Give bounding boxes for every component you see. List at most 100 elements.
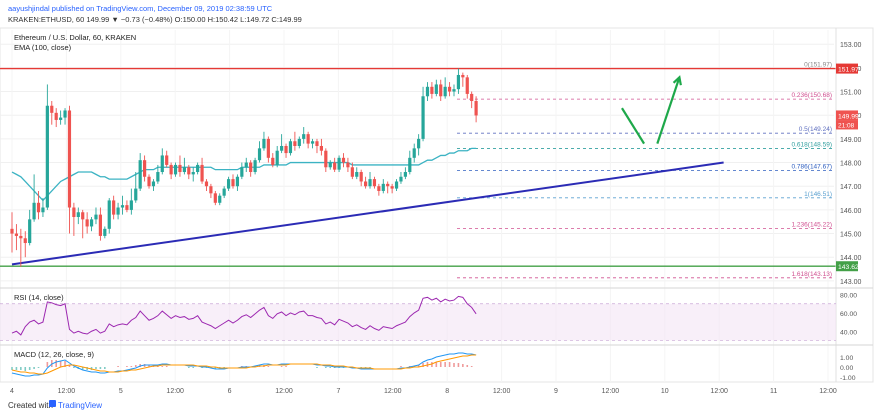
candle — [89, 216, 94, 232]
candle-body — [249, 162, 253, 173]
candle — [19, 228, 23, 267]
candle — [439, 79, 443, 102]
candle — [377, 183, 381, 196]
candle — [218, 193, 222, 206]
fib-level-label: 1(146.51) — [804, 191, 832, 198]
candle — [151, 179, 156, 191]
candle-body — [107, 200, 111, 229]
candle-body — [182, 167, 186, 173]
candle — [364, 176, 368, 189]
candle-body — [452, 89, 456, 92]
candle — [120, 195, 125, 215]
rsi-pane: 80.00 60.00 40.00 — [0, 293, 857, 341]
price-tick-label: 145.00 — [840, 232, 862, 239]
candle-body — [125, 205, 129, 210]
candle-body — [399, 176, 403, 182]
forecast-arrow-1[interactable] — [621, 107, 645, 145]
time-tick-label: 12:00 — [384, 388, 402, 395]
price-tick-label: 147.00 — [840, 184, 862, 191]
candle-body — [156, 172, 160, 182]
candle — [474, 96, 478, 123]
candle — [200, 157, 204, 184]
resistance-tag-label: 151.97 — [838, 67, 859, 74]
candle — [165, 150, 169, 168]
tradingview-footer[interactable]: Created with TradingView — [8, 400, 102, 410]
rsi-tick-label: 80.00 — [840, 293, 857, 300]
time-tick-label: 12:00 — [710, 388, 728, 395]
candle — [447, 82, 452, 97]
candle — [310, 138, 315, 149]
candle-body — [408, 157, 412, 173]
candle — [341, 153, 346, 168]
candle — [288, 138, 293, 156]
last-price-tag-label: 149.99 — [838, 113, 859, 120]
candle-body — [412, 148, 416, 158]
candle-body — [310, 141, 315, 144]
candle-body — [403, 172, 407, 177]
candle-body — [151, 181, 156, 187]
candle-body — [191, 172, 195, 175]
horizontal-levels[interactable] — [0, 67, 836, 267]
time-tick-label: 4 — [10, 388, 14, 395]
rsi-tick-label: 40.00 — [840, 329, 857, 336]
candle — [244, 157, 248, 173]
candle-body — [222, 188, 226, 196]
candle-body — [244, 162, 248, 168]
candle-body — [147, 176, 151, 187]
candle — [10, 212, 14, 253]
candle-body — [50, 105, 54, 113]
candle-body — [112, 200, 116, 215]
candle-body — [36, 202, 41, 213]
candle-body — [63, 110, 67, 118]
candle — [129, 188, 133, 215]
candle-body — [447, 86, 452, 92]
candle — [315, 138, 319, 154]
candle-body — [333, 162, 337, 170]
candle — [297, 136, 301, 149]
candle — [54, 108, 58, 128]
candle — [138, 153, 142, 191]
candle-body — [262, 138, 266, 149]
forecast-arrows[interactable] — [621, 75, 682, 145]
candle — [67, 105, 72, 234]
candle-body — [430, 86, 434, 94]
time-tick-label: 7 — [336, 388, 340, 395]
price-chart[interactable]: aayushjindal published on TradingView.co… — [0, 0, 874, 414]
candle — [178, 155, 182, 177]
candle-body — [324, 150, 328, 168]
candle — [412, 143, 416, 163]
candle-body — [341, 157, 346, 163]
macd-pane: 1.00 0.00 -1.00 — [11, 352, 856, 382]
time-tick-label: 11 — [770, 388, 777, 395]
time-axis[interactable]: 4 12:00 5 12:00 6 12:00 7 12:00 8 12:00 9 12:00 10 12… — [10, 388, 837, 395]
candle-body — [386, 183, 390, 187]
candle-body — [266, 138, 270, 158]
candle-body — [364, 181, 368, 187]
candle — [386, 181, 390, 194]
countdown-label: 21:08 — [838, 122, 855, 129]
forecast-arrow-2[interactable] — [656, 75, 682, 144]
candle — [257, 141, 262, 163]
candle — [346, 157, 350, 173]
candle-body — [200, 164, 204, 182]
ema-legend: EMA (100, close) — [14, 43, 72, 52]
fibonacci-levels[interactable]: 0(151.97) 0.236(150.68) 0.5(149.24) 0.618(1… — [457, 62, 834, 279]
candle — [372, 176, 377, 189]
candle — [306, 131, 310, 149]
time-tick-label: 5 — [119, 388, 123, 395]
candle-body — [470, 93, 474, 102]
time-tick-label: 12:00 — [58, 388, 76, 395]
candle-body — [213, 193, 217, 203]
candle — [461, 72, 465, 87]
time-tick-label: 10 — [661, 388, 669, 395]
candle — [213, 190, 217, 206]
candle-body — [297, 138, 301, 146]
candle — [417, 134, 421, 156]
fib-level-label: 0.5(149.24) — [799, 126, 832, 133]
candle-body — [417, 138, 421, 149]
candle-body — [59, 117, 63, 120]
candle-body — [456, 74, 461, 90]
candle-body — [346, 162, 350, 168]
candle-body — [372, 179, 377, 187]
candle-body — [355, 172, 359, 177]
